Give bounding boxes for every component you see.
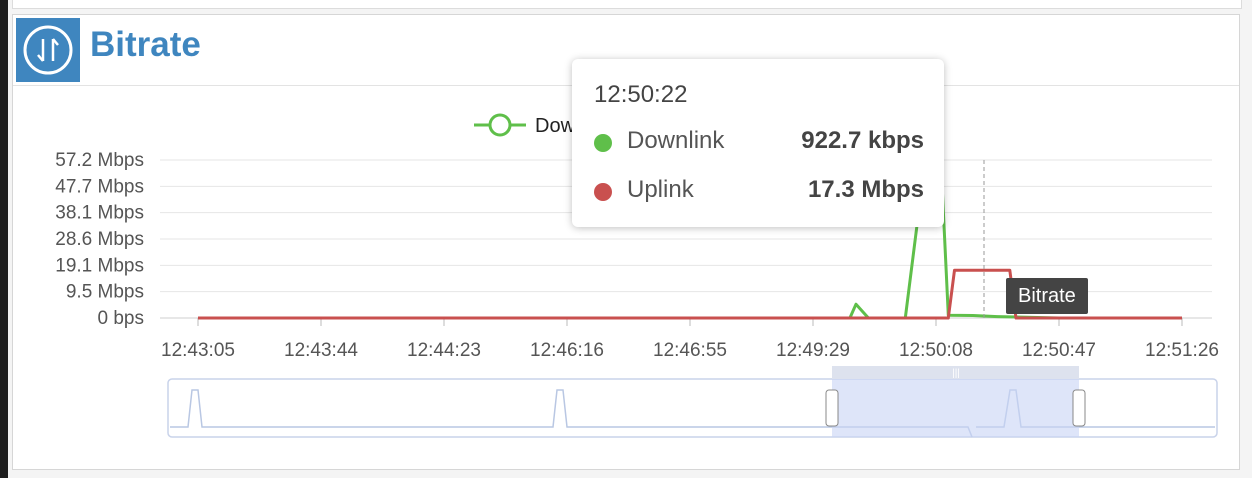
x-tick-label: 12:51:26 bbox=[1145, 340, 1219, 361]
legend-marker bbox=[488, 113, 512, 137]
y-tick-label: 57.2 Mbps bbox=[55, 150, 144, 171]
y-tick-label: 28.6 Mbps bbox=[55, 229, 144, 250]
tooltip-series-name: Downlink bbox=[627, 127, 725, 154]
navigator[interactable]: ||| bbox=[167, 366, 1218, 438]
navigator-right-handle[interactable] bbox=[1072, 389, 1086, 427]
y-axis: 57.2 Mbps 47.7 Mbps 38.1 Mbps 28.6 Mbps 19.1… bbox=[55, 150, 144, 329]
x-tick-label: 12:49:29 bbox=[776, 340, 850, 361]
x-tick-label: 12:46:16 bbox=[530, 340, 604, 361]
tooltip-row-uplink: Uplink 17.3 Mbps bbox=[594, 176, 924, 206]
drag-grip-icon: ||| bbox=[952, 368, 960, 379]
tooltip-row-downlink: Downlink 922.7 kbps bbox=[594, 127, 924, 157]
y-tick-label: 38.1 Mbps bbox=[55, 203, 144, 224]
tooltip-time: 12:50:22 bbox=[594, 81, 688, 108]
chart-tooltip: 12:50:22 Downlink 922.7 kbps Uplink 17.3… bbox=[572, 59, 944, 227]
navigator-selection[interactable] bbox=[832, 379, 1079, 437]
x-tick-label: 12:44:23 bbox=[407, 340, 481, 361]
hover-badge: Bitrate bbox=[1006, 278, 1088, 314]
tooltip-series-value: 922.7 kbps bbox=[801, 127, 924, 154]
downlink-dot bbox=[594, 134, 612, 152]
x-tick-label: 12:43:44 bbox=[284, 340, 358, 361]
x-axis: 12:43:05 12:43:44 12:44:23 12:46:16 12:46:55… bbox=[161, 318, 1219, 361]
x-tick-label: 12:43:05 bbox=[161, 340, 235, 361]
y-tick-label: 0 bps bbox=[98, 308, 144, 329]
legend-label: Dow bbox=[535, 115, 576, 137]
tooltip-series-value: 17.3 Mbps bbox=[807, 176, 924, 203]
x-tick-label: 12:50:47 bbox=[1022, 340, 1096, 361]
y-tick-label: 19.1 Mbps bbox=[55, 255, 144, 276]
y-tick-label: 9.5 Mbps bbox=[66, 282, 144, 303]
y-tick-label: 47.7 Mbps bbox=[55, 176, 144, 197]
uplink-dot bbox=[594, 183, 612, 201]
navigator-left-handle[interactable] bbox=[825, 389, 839, 427]
legend-item-downlink[interactable]: Dow bbox=[474, 113, 576, 137]
x-tick-label: 12:50:08 bbox=[899, 340, 973, 361]
x-tick-label: 12:46:55 bbox=[653, 340, 727, 361]
tooltip-series-name: Uplink bbox=[627, 176, 694, 203]
